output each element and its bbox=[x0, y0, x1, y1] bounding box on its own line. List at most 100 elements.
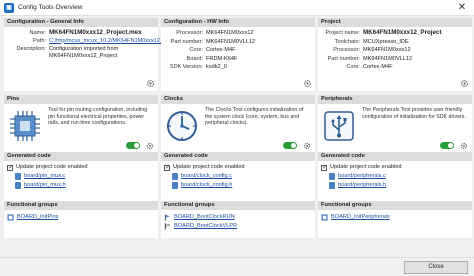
clocks-functional-group-link[interactable]: BOARD_BootClockVLPR bbox=[174, 222, 237, 231]
functional-group-row: BOARD_InitPins bbox=[7, 213, 155, 222]
pins-file-link-h[interactable]: board/pin_mux.h bbox=[24, 181, 66, 190]
peripherals-header: Peripherals bbox=[318, 95, 472, 104]
close-button[interactable]: Close bbox=[404, 261, 468, 274]
project-info-key: Project name: bbox=[325, 30, 360, 36]
hw-info-value: MK64FN1M0VLL12 bbox=[206, 38, 256, 45]
project-info-key: Part number: bbox=[327, 55, 360, 62]
clocks-header: Clocks bbox=[161, 95, 315, 104]
hw-info-row: Part number: MK64FN1M0VLL12 bbox=[161, 38, 312, 47]
clocks-enable-toggle[interactable] bbox=[283, 142, 297, 149]
gear-icon[interactable] bbox=[303, 142, 311, 150]
pins-column: Configuration - General Info Name: MK64F… bbox=[4, 18, 181, 238]
clocks-functional-groups-panel: BOARD_BootClockRUN BOARD_BootClockVLPR bbox=[161, 210, 315, 238]
file-icon bbox=[15, 173, 21, 180]
file-row: board/peripherals.c bbox=[329, 172, 469, 181]
clocks-update-code-row: Update project code enabled bbox=[164, 163, 312, 173]
peripherals-file-link-c[interactable]: board/peripherals.c bbox=[338, 172, 386, 181]
hw-info-key: Core: bbox=[189, 47, 203, 53]
project-info-row: Project name: MK64FN1M0xxx12_Project bbox=[318, 29, 469, 38]
functional-group-row: BOARD_InitPeripherals bbox=[321, 213, 469, 222]
pins-functional-groups-panel: BOARD_InitPins bbox=[4, 210, 158, 238]
peripherals-functional-group-link[interactable]: BOARD_InitPeripherals bbox=[331, 213, 390, 222]
gear-icon[interactable] bbox=[146, 142, 154, 150]
clocks-update-code-checkbox[interactable] bbox=[164, 164, 170, 173]
project-info-value: MCUXpresso_IDE bbox=[363, 38, 409, 45]
pins-update-code-checkbox[interactable] bbox=[7, 164, 13, 173]
project-name-value: MK64FN1M0xxx12_Project bbox=[363, 29, 442, 36]
window-title: Config Tools Overview bbox=[18, 4, 83, 11]
file-icon bbox=[172, 182, 178, 189]
hw-info-value: Cortex-M4F bbox=[206, 47, 236, 53]
hw-info-value: ksdk2_0 bbox=[206, 64, 227, 70]
gear-icon[interactable] bbox=[303, 79, 312, 88]
peripherals-generated-code-panel: Update project code enabled board/periph… bbox=[318, 161, 472, 201]
file-row: board/clock_config.h bbox=[172, 181, 312, 190]
hw-info-row: Board: FRDM-K64F bbox=[161, 55, 312, 64]
config-description-key: Description: bbox=[16, 45, 46, 52]
gear-icon[interactable] bbox=[146, 79, 155, 88]
clocks-file-link-h[interactable]: board/clock_config.h bbox=[181, 181, 232, 190]
pins-generated-code-panel: Update project code enabled board/pin_mu… bbox=[4, 161, 158, 201]
peripherals-update-code-row: Update project code enabled bbox=[321, 163, 469, 173]
config-name-row: Name: MK64FN1M0xxx12_Project.mex bbox=[4, 29, 155, 38]
gear-icon[interactable] bbox=[460, 142, 468, 150]
peripherals-functional-groups-panel: BOARD_InitPeripherals bbox=[318, 210, 472, 238]
pins-description: Tool for pin routing configuration, incl… bbox=[48, 107, 148, 126]
peripherals-column: Project Project name: MK64FN1M0xxx12_Proj… bbox=[318, 18, 472, 238]
project-info-key: Toolchain: bbox=[334, 38, 360, 45]
clocks-update-code-label: Update project code enabled bbox=[173, 164, 245, 170]
peripherals-file-link-h[interactable]: board/peripherals.h bbox=[338, 181, 386, 190]
functional-group-row: BOARD_BootClockVLPR bbox=[164, 222, 312, 231]
config-path-row: Path: C:/tmp/mcux_mcux_10.2/MK64FN1M0xxx… bbox=[4, 37, 181, 45]
dialog-footer: Close bbox=[0, 257, 474, 276]
file-row: board/clock_config.c bbox=[172, 172, 312, 181]
pins-file-link-c[interactable]: board/pin_mux.c bbox=[24, 172, 65, 181]
file-row: board/pin_mux.c bbox=[15, 172, 155, 181]
clocks-generated-code-panel: Update project code enabled board/clock_… bbox=[161, 161, 315, 201]
hw-info-value: FRDM-K64F bbox=[206, 55, 238, 62]
file-icon bbox=[329, 182, 335, 189]
clocks-tool-panel: The Clocks Tool configures initializatio… bbox=[161, 104, 315, 152]
pins-functional-groups-header: Functional groups bbox=[4, 201, 158, 210]
close-window-icon[interactable]: ✕ bbox=[450, 0, 474, 16]
hw-info-row: Processor: MK64FN1M0xxx12 bbox=[161, 29, 312, 38]
functional-group-icon bbox=[321, 214, 328, 221]
hw-info-key: SDK Version: bbox=[169, 64, 203, 70]
pins-update-code-row: Update project code enabled bbox=[7, 163, 155, 173]
project-info-row: Toolchain: MCUXpresso_IDE bbox=[318, 38, 469, 47]
config-description-value: Configuration imported from MK64FN1M0xxx… bbox=[49, 45, 119, 59]
clocks-description: The Clocks Tool configures initializatio… bbox=[205, 107, 304, 126]
file-row: board/pin_mux.h bbox=[15, 181, 155, 190]
project-info-value: MK64FN1M0xxx12 bbox=[363, 47, 411, 53]
pins-functional-group-link[interactable]: BOARD_InitPins bbox=[17, 213, 58, 222]
project-info-row: Core: Cortex-M4F bbox=[318, 63, 469, 72]
hw-info-key: Part number: bbox=[170, 38, 203, 45]
config-hw-info-panel: Processor: MK64FN1M0xxx12 Part number: MK6… bbox=[161, 27, 315, 91]
config-general-info-panel: Name: MK64FN1M0xxx12_Project.mex Path: C… bbox=[4, 27, 181, 91]
project-info-row: Processor: MK64FN1M0xxx12 bbox=[318, 46, 469, 55]
functional-group-icon bbox=[7, 214, 14, 221]
project-info-panel: Project name: MK64FN1M0xxx12_Project Tool… bbox=[318, 27, 472, 91]
clocks-clock-icon[interactable] bbox=[164, 108, 200, 144]
pins-enable-toggle[interactable] bbox=[126, 142, 140, 149]
file-icon bbox=[172, 173, 178, 180]
flag-icon bbox=[164, 223, 171, 230]
flag-icon bbox=[164, 214, 171, 221]
config-name-value: MK64FN1M0xxx12_Project.mex bbox=[49, 29, 142, 36]
config-path-key: Path: bbox=[32, 37, 46, 44]
project-info-key: Core: bbox=[346, 64, 360, 70]
peripherals-update-code-label: Update project code enabled bbox=[330, 164, 402, 170]
project-info-row: Part number: MK64FN1M0VLL12 bbox=[318, 55, 469, 64]
pins-chip-icon[interactable] bbox=[7, 108, 43, 144]
gear-icon[interactable] bbox=[460, 79, 469, 88]
config-path-link[interactable]: C:/tmp/mcux_mcux_10.2/MK64FN1M0xxx12_Pro… bbox=[49, 38, 181, 45]
app-icon: ▣ bbox=[4, 3, 14, 13]
clocks-functional-group-link[interactable]: BOARD_BootClockRUN bbox=[174, 213, 235, 222]
hw-info-row: SDK Version: ksdk2_0 bbox=[161, 63, 312, 72]
peripherals-enable-toggle[interactable] bbox=[440, 142, 454, 149]
hw-info-key: Processor: bbox=[176, 30, 203, 36]
peripherals-usb-icon[interactable] bbox=[321, 108, 357, 144]
clocks-file-link-c[interactable]: board/clock_config.c bbox=[181, 172, 232, 181]
peripherals-update-code-checkbox[interactable] bbox=[321, 164, 327, 173]
clocks-generated-code-header: Generated code bbox=[161, 152, 315, 161]
